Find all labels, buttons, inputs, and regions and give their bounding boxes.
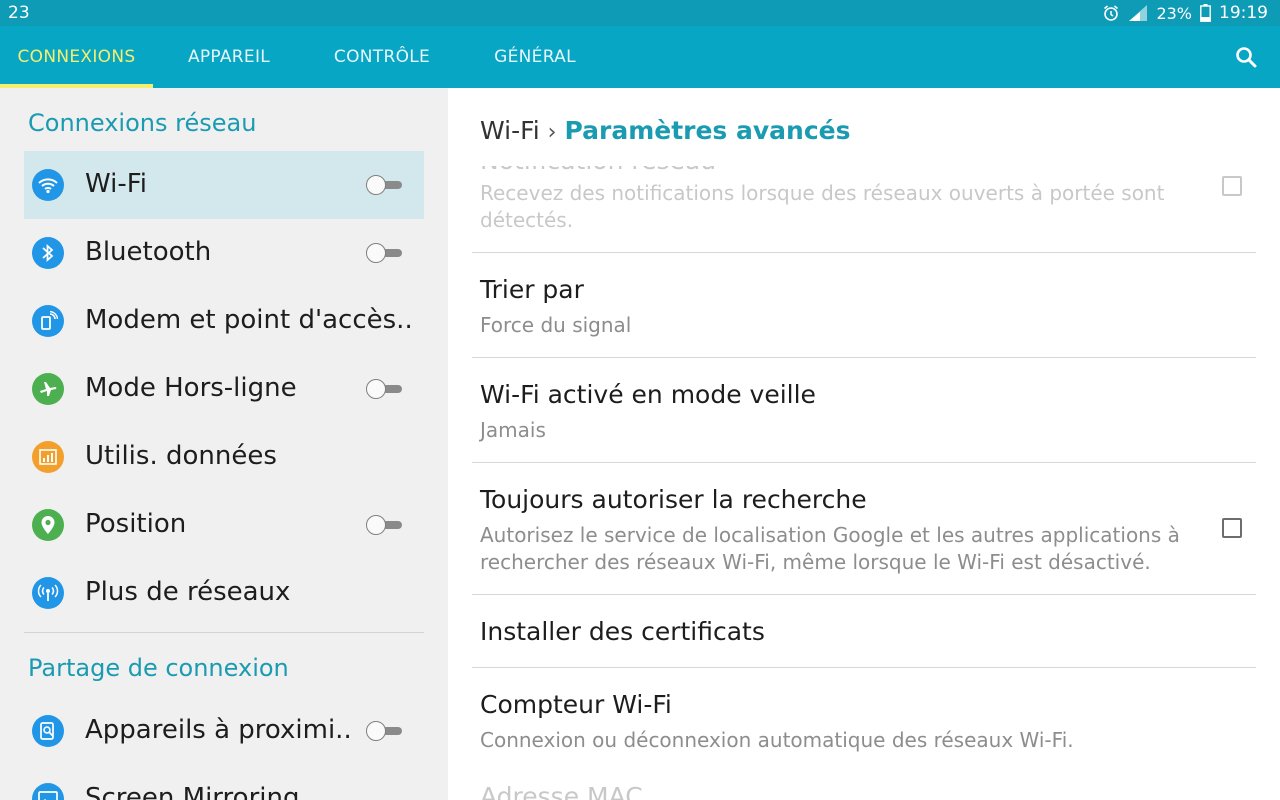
sidebar-item-label: Utilis. données: [85, 441, 277, 471]
section-title-partage-connexion: Partage de connexion: [28, 654, 289, 682]
notification-reseau-checkbox[interactable]: [1222, 176, 1242, 196]
battery-percent: 23%: [1156, 3, 1192, 23]
location-pin-icon: [32, 509, 64, 541]
setting-subtitle: Jamais: [480, 418, 546, 442]
sidebar-item-airplane-mode[interactable]: Mode Hors-ligne: [24, 355, 424, 423]
sidebar-item-label: Appareils à proximi..: [85, 715, 352, 745]
setting-subtitle: Autorisez le service de localisation Goo…: [480, 523, 1180, 574]
sidebar-item-bluetooth[interactable]: Bluetooth: [24, 219, 424, 287]
sidebar-item-label: Screen Mirroring: [85, 783, 300, 800]
row-divider: [472, 594, 1256, 595]
setting-subtitle: Connexion ou déconnexion automatique des…: [480, 728, 1074, 752]
sidebar-item-label: Position: [85, 509, 187, 539]
breadcrumb-separator: ›: [547, 120, 557, 145]
row-divider: [472, 252, 1256, 253]
nearby-devices-toggle[interactable]: [366, 721, 404, 741]
search-button[interactable]: [1234, 45, 1258, 69]
section-title-connexions-reseau: Connexions réseau: [28, 109, 257, 137]
notification-count: 23: [8, 3, 30, 23]
bluetooth-toggle[interactable]: [366, 243, 404, 263]
tab-controle[interactable]: CONTRÔLE: [318, 26, 446, 88]
sidebar-divider: [24, 632, 424, 633]
sidebar-item-data-usage[interactable]: Utilis. données: [24, 423, 424, 491]
row-divider: [472, 357, 1256, 358]
airplane-mode-toggle[interactable]: [366, 379, 404, 399]
sidebar-item-label: Bluetooth: [85, 237, 212, 267]
status-bar: 23 23% 19:19: [0, 0, 1280, 26]
hotspot-icon: [32, 305, 64, 337]
row-divider: [472, 667, 1256, 668]
more-networks-icon: [32, 577, 64, 609]
breadcrumb-current: Paramètres avancés: [564, 116, 851, 145]
left-panel: Connexions réseau Wi-Fi Bluetooth Modem …: [0, 88, 448, 800]
tab-bar: CONNEXIONS APPAREIL CONTRÔLE GÉNÉRAL: [0, 26, 1280, 88]
airplane-icon: [32, 373, 64, 405]
status-icons: 23% 19:19: [1102, 3, 1268, 23]
sidebar-item-label: Wi-Fi: [85, 169, 148, 199]
toujours-autoriser-checkbox[interactable]: [1222, 518, 1242, 538]
sidebar-item-label: Plus de réseaux: [85, 577, 291, 607]
tab-appareil[interactable]: APPAREIL: [168, 26, 290, 88]
battery-icon: [1200, 4, 1211, 22]
row-divider: [472, 462, 1256, 463]
search-icon: [1236, 47, 1257, 68]
breadcrumb-wifi[interactable]: Wi-Fi: [480, 116, 540, 145]
setting-title-adresse-mac: Adresse MAC: [480, 782, 643, 800]
setting-title: Trier par: [480, 275, 584, 304]
setting-title: Compteur Wi-Fi: [480, 690, 672, 719]
wifi-toggle[interactable]: [366, 175, 404, 195]
sidebar-item-hotspot[interactable]: Modem et point d'accès..: [24, 287, 424, 355]
nearby-devices-icon: [32, 715, 64, 747]
setting-subtitle: Force du signal: [480, 313, 632, 337]
right-panel: Notification réseau Wi-Fi›Paramètres ava…: [448, 88, 1280, 800]
setting-subtitle-notification-reseau: Recevez des notifications lorsque des ré…: [480, 181, 1165, 232]
sidebar-item-label: Modem et point d'accès..: [85, 305, 413, 335]
bluetooth-icon: [32, 237, 64, 269]
signal-icon: [1128, 4, 1148, 22]
tab-general[interactable]: GÉNÉRAL: [478, 26, 592, 88]
setting-title: Installer des certificats: [480, 617, 765, 646]
header-area: Wi-Fi › Paramètres avancés: [448, 88, 1280, 166]
data-usage-icon: [32, 441, 64, 473]
alarm-icon: [1102, 4, 1120, 22]
sidebar-item-wifi[interactable]: Wi-Fi: [24, 151, 424, 219]
sidebar-item-screen-mirroring[interactable]: Screen Mirroring: [24, 765, 424, 800]
sidebar-item-location[interactable]: Position: [24, 491, 424, 559]
breadcrumb: Wi-Fi › Paramètres avancés: [480, 116, 851, 145]
tab-connexions[interactable]: CONNEXIONS: [0, 26, 153, 88]
wifi-icon: [32, 169, 64, 201]
sidebar-item-more-networks[interactable]: Plus de réseaux: [24, 559, 424, 627]
location-toggle[interactable]: [366, 515, 404, 535]
setting-title: Toujours autoriser la recherche: [480, 485, 867, 514]
sidebar-item-label: Mode Hors-ligne: [85, 373, 297, 403]
clock: 19:19: [1219, 3, 1268, 23]
screen-mirroring-icon: [32, 783, 64, 800]
sidebar-item-nearby-devices[interactable]: Appareils à proximi..: [24, 697, 424, 765]
setting-title: Wi-Fi activé en mode veille: [480, 380, 816, 409]
